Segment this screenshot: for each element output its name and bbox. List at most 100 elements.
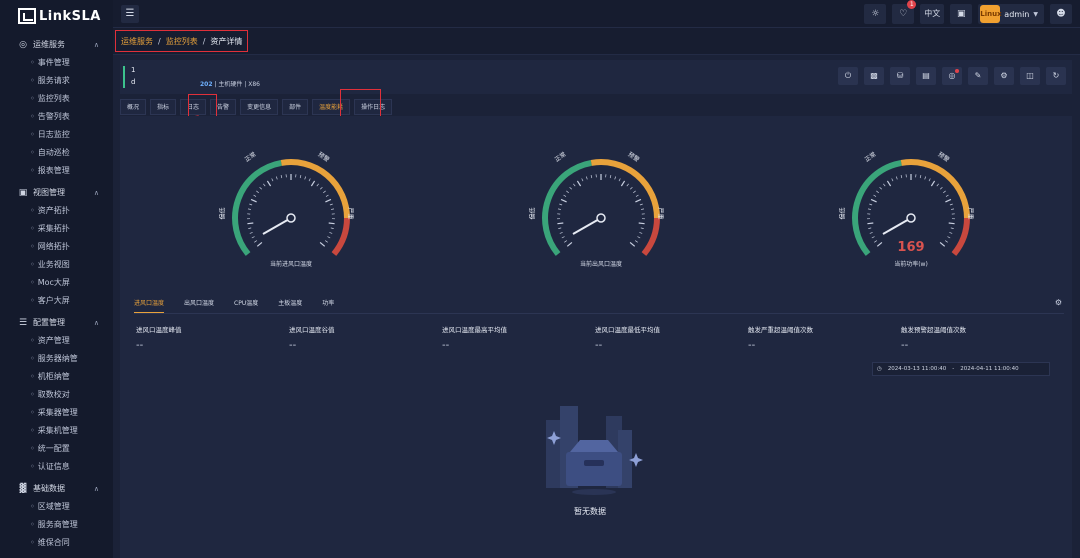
language-switch-button[interactable]: 中文 [920, 4, 945, 24]
power-icon[interactable]: ⏻ [838, 67, 858, 85]
alert-dot [955, 69, 959, 73]
sidebar-item[interactable]: 采集机管理 [0, 422, 113, 440]
sidebar-item[interactable]: 报表管理 [0, 162, 113, 180]
document-icon[interactable]: ▤ [916, 67, 936, 85]
sidebar-item[interactable]: 网络拓扑 [0, 238, 113, 256]
sidebar-item[interactable]: 维保合同 [0, 534, 113, 552]
logo-icon [18, 8, 36, 24]
chevron-down-icon: ▼ [1033, 10, 1038, 18]
sub-tab-3[interactable]: 主板温度 [278, 298, 302, 314]
asset-id: 1 [131, 66, 136, 74]
avatar: Linux [980, 5, 1002, 23]
sidebar-item[interactable]: 业务视图 [0, 256, 113, 274]
breadcrumb-separator: / [202, 36, 206, 46]
tab-1[interactable]: 指标 [150, 99, 177, 115]
brush-icon[interactable]: ✎ [968, 67, 988, 85]
sidebar-item[interactable]: 资产拓扑 [0, 202, 113, 220]
toolbox-icon[interactable]: ▣ [950, 4, 973, 24]
breadcrumb-ops-service[interactable]: 运维服务 [121, 36, 153, 47]
sidebar-nav: ◎ 运维服务 ∧ 事件管理服务请求监控列表告警列表日志监控自动巡检报表管理 ▣ 视图管理 ∧… [0, 35, 113, 552]
sidebar-item[interactable]: 日志监控 [0, 126, 113, 144]
sidebar-item[interactable]: 服务商管理 [0, 516, 113, 534]
tab-4[interactable]: 变更信息 [240, 99, 279, 115]
sidebar-item[interactable]: 区域管理 [0, 498, 113, 516]
sidebar-item[interactable]: 资产管理 [0, 332, 113, 350]
user-menu[interactable]: Linux admin ▼ [978, 4, 1044, 24]
gear-icon[interactable]: ⚙ [1055, 298, 1062, 307]
gauge-label-serious: 严重 [656, 207, 664, 220]
user-name: admin [1004, 9, 1030, 19]
sidebar-item[interactable]: Moc大屏 [0, 274, 113, 292]
asset-header: 1 d 202 | 主机硬件 | X86 ⏻ ▩ ⛁ ▤ ◎ ✎ ⚙ ◫ ↻ [120, 60, 1072, 94]
topbar-actions: ☼ ♡ 1 中文 ▣ Linux admin ▼ ☻ [864, 0, 1072, 24]
stat-item: 进风口温度峰值 -- [136, 324, 286, 351]
asset-meta-rest: | 主机硬件 | X86 [214, 81, 260, 88]
sidebar-item[interactable]: 自动巡检 [0, 144, 113, 162]
console-icon[interactable]: ▩ [864, 67, 884, 85]
globe-icon: ◎ [19, 39, 27, 50]
temperature-panel: 正常 预警 偏低 严重 当前进风口温度 正常 预警 偏低 严重 当前出风口温度 正常 预警 偏低 严重… [120, 116, 1072, 558]
sub-tab-4[interactable]: 功率 [322, 298, 334, 314]
breadcrumb-separator: / [158, 36, 161, 46]
sidebar-group-1[interactable]: ▣ 视图管理 ∧ [0, 183, 113, 202]
stat-label: 进风口温度最低平均值 [595, 326, 660, 334]
gauge-title: 当前功率(w) [894, 261, 928, 268]
metric-sub-tabs: 进风口温度 出风口温度 CPU温度 主板温度 功率 [134, 298, 354, 314]
sidebar-item[interactable]: 事件管理 [0, 54, 113, 72]
notification-bell-icon[interactable]: ♡ 1 [892, 0, 917, 24]
gauge-label-low: 偏低 [219, 207, 227, 220]
sidebar-item[interactable]: 认证信息 [0, 458, 113, 476]
gauge-title: 当前进风口温度 [269, 261, 312, 268]
gauge-label-low: 偏低 [529, 207, 537, 220]
stat-item: 进风口温度谷值 -- [289, 324, 439, 351]
gauge-label-serious: 严重 [346, 207, 354, 220]
breadcrumb-bar: 运维服务 / 监控列表 / 资产详情 [113, 28, 1080, 55]
stat-item: 进风口温度最低平均值 -- [595, 324, 745, 351]
trash-icon[interactable]: ◫ [1020, 67, 1040, 85]
sidebar-group-label: 视图管理 [33, 188, 65, 197]
breadcrumb-monitor-list[interactable]: 监控列表 [166, 36, 198, 47]
sidebar-item[interactable]: 客户大屏 [0, 292, 113, 310]
sidebar-item[interactable]: 取数校对 [0, 386, 113, 404]
tab-0[interactable]: 概况 [120, 99, 147, 115]
user-profile-icon[interactable]: ☻ [1050, 4, 1072, 24]
gauge-value: 169 [897, 240, 925, 255]
date-range-picker[interactable]: ◷ 2024-03-13 11:00:40 - 2024-04-11 11:00… [872, 362, 1050, 376]
stat-label: 触发严重超温阈值次数 [748, 326, 813, 334]
stat-value: -- [442, 340, 450, 351]
status-indicator [123, 66, 125, 88]
sidebar-item[interactable]: 告警列表 [0, 108, 113, 126]
theme-toggle-icon[interactable]: ☼ [864, 4, 887, 24]
settings-icon: ☰ [18, 317, 28, 328]
refresh-icon[interactable]: ↻ [1046, 67, 1066, 85]
tab-5[interactable]: 部件 [282, 99, 309, 115]
sidebar-group-label: 基础数据 [33, 484, 65, 493]
sidebar-group-2[interactable]: ☰ 配置管理 ∧ [0, 313, 113, 332]
stat-label: 进风口温度最高平均值 [442, 326, 507, 334]
asset-name: d [131, 78, 136, 86]
sidebar-item[interactable]: 服务请求 [0, 72, 113, 90]
alert-settings-icon[interactable]: ◎ [942, 67, 962, 85]
gauge-label-low: 偏低 [839, 207, 847, 220]
lock-icon[interactable]: ⛁ [890, 67, 910, 85]
stat-value: -- [901, 340, 909, 351]
chevron-up-icon: ∧ [93, 484, 99, 493]
sub-tab-1[interactable]: 出风口温度 [184, 298, 214, 314]
sidebar-item[interactable]: 服务器纳管 [0, 350, 113, 368]
logo[interactable]: LinkSLA [0, 0, 113, 32]
sidebar-item[interactable]: 统一配置 [0, 440, 113, 458]
sidebar-group-0[interactable]: ◎ 运维服务 ∧ [0, 35, 113, 54]
sidebar-item[interactable]: 监控列表 [0, 90, 113, 108]
monitor-icon: ▣ [18, 187, 28, 198]
breadcrumb-current: 资产详情 [210, 36, 243, 46]
menu-icon[interactable]: ☰ [121, 5, 139, 23]
sub-tab-2[interactable]: CPU温度 [234, 298, 258, 314]
sub-tab-0[interactable]: 进风口温度 [134, 298, 165, 314]
sidebar-item[interactable]: 采集器管理 [0, 404, 113, 422]
asset-meta-highlight: 202 [200, 81, 213, 88]
sidebar-group-3[interactable]: ▓ 基础数据 ∧ [0, 479, 113, 498]
gauge-label-serious: 严重 [966, 207, 974, 220]
gear-icon[interactable]: ⚙ [994, 67, 1014, 85]
sidebar-item[interactable]: 采集拓扑 [0, 220, 113, 238]
sidebar-item[interactable]: 机柜纳管 [0, 368, 113, 386]
